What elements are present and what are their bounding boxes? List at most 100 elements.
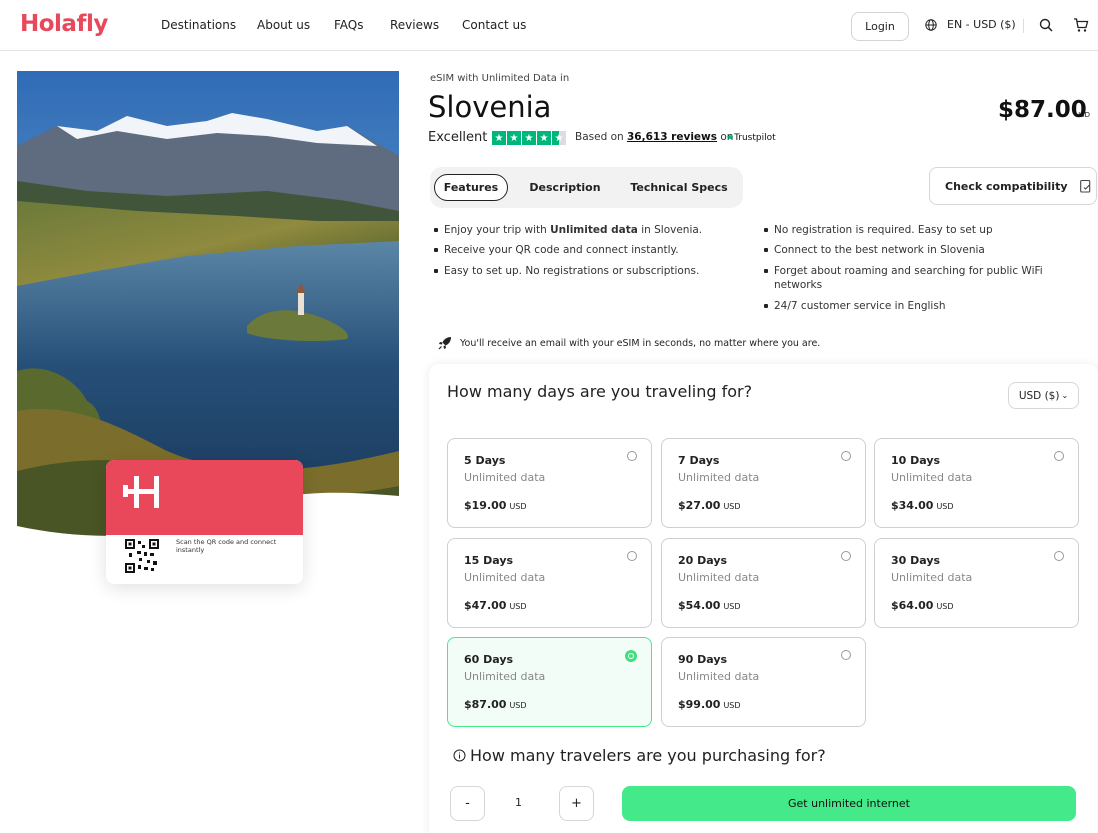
star-icon: ★ xyxy=(537,131,551,145)
product-tabs: Features Description Technical Specs xyxy=(430,167,743,208)
plan-price: $99.00 USD xyxy=(678,698,741,711)
plan-price: $54.00 USD xyxy=(678,599,741,612)
email-note-text: You'll receive an email with your eSIM i… xyxy=(460,337,821,349)
nav-contact-us[interactable]: Contact us xyxy=(462,18,526,32)
radio-button[interactable] xyxy=(841,451,851,461)
plan-data-label: Unlimited data xyxy=(464,670,546,683)
radio-button[interactable] xyxy=(841,551,851,561)
nav-about-us[interactable]: About us xyxy=(257,18,310,32)
decrease-travelers-button[interactable]: - xyxy=(450,786,485,821)
plan-option[interactable]: 90 Days Unlimited data $99.00 USD xyxy=(661,637,866,727)
plan-data-label: Unlimited data xyxy=(891,571,973,584)
plan-price: $87.00 USD xyxy=(464,698,527,711)
plan-option[interactable]: 5 Days Unlimited data $19.00 USD xyxy=(447,438,652,528)
plan-option[interactable]: 30 Days Unlimited data $64.00 USD xyxy=(874,538,1079,628)
plan-option[interactable]: 7 Days Unlimited data $27.00 USD xyxy=(661,438,866,528)
days-question: How many days are you traveling for? xyxy=(447,382,753,401)
star-icon: ★ xyxy=(507,131,521,145)
tab-technical-specs[interactable]: Technical Specs xyxy=(625,174,733,201)
site-header: Holafly Destinations About us FAQs Revie… xyxy=(0,0,1098,51)
plan-data-label: Unlimited data xyxy=(464,471,546,484)
plan-price: $64.00 USD xyxy=(891,599,954,612)
tab-description[interactable]: Description xyxy=(525,174,605,201)
plan-data-label: Unlimited data xyxy=(678,670,760,683)
plan-option[interactable]: 60 Days Unlimited data $87.00 USD xyxy=(447,637,652,727)
travelers-quantity[interactable]: 1 xyxy=(515,796,522,809)
login-button[interactable]: Login xyxy=(851,12,909,41)
star-icon: ★ xyxy=(492,131,506,145)
esim-card: Scan the QR code and connect instantly xyxy=(106,460,303,584)
trustpilot-stars: ★ ★ ★ ★ ★ xyxy=(492,131,566,145)
plan-days: 5 Days xyxy=(464,454,506,467)
tab-features[interactable]: Features xyxy=(434,174,508,201)
checklist-icon xyxy=(1079,179,1090,193)
reviews-prefix: Based on xyxy=(575,131,624,143)
plan-data-label: Unlimited data xyxy=(891,471,973,484)
header-divider xyxy=(1023,19,1024,33)
esim-card-header xyxy=(106,460,303,535)
plan-option[interactable]: 15 Days Unlimited data $47.00 USD xyxy=(447,538,652,628)
reviews-link[interactable]: 36,613 reviews xyxy=(627,131,717,143)
star-half-icon: ★ xyxy=(552,131,566,145)
currency-select[interactable]: USD ($) ⌄ xyxy=(1008,382,1079,409)
plan-days: 20 Days xyxy=(678,554,728,567)
radio-button[interactable] xyxy=(627,551,637,561)
plan-days: 15 Days xyxy=(464,554,514,567)
search-icon[interactable] xyxy=(1039,18,1053,32)
radio-button[interactable] xyxy=(841,650,851,660)
plan-option[interactable]: 20 Days Unlimited data $54.00 USD xyxy=(661,538,866,628)
reviews-summary: Based on 36,613 reviews on xyxy=(575,131,733,143)
product-price: $87.00 xyxy=(998,97,1087,123)
qr-code-icon xyxy=(125,539,159,573)
trustpilot-logo[interactable]: ★Trustpilot xyxy=(726,133,776,143)
rating-label: Excellent xyxy=(428,130,488,145)
check-compatibility-label: Check compatibility xyxy=(945,179,1068,193)
price-currency: USD xyxy=(1075,111,1090,119)
currency-select-value: USD ($) xyxy=(1018,389,1060,402)
travelers-question: How many travelers are you purchasing fo… xyxy=(453,746,826,765)
nav-reviews[interactable]: Reviews xyxy=(390,18,439,32)
radio-button[interactable] xyxy=(1054,451,1064,461)
plan-price: $34.00 USD xyxy=(891,499,954,512)
feature-item: Receive your QR code and connect instant… xyxy=(434,244,679,256)
globe-icon xyxy=(925,18,937,31)
holafly-logo[interactable]: Holafly xyxy=(20,11,108,37)
plan-days: 7 Days xyxy=(678,454,720,467)
chevron-down-icon: ⌄ xyxy=(1061,391,1069,400)
plan-price: $19.00 USD xyxy=(464,499,527,512)
language-selector[interactable]: EN - USD ($) xyxy=(925,18,1016,31)
plan-option[interactable]: 10 Days Unlimited data $34.00 USD xyxy=(874,438,1079,528)
feature-item: Connect to the best network in Slovenia xyxy=(764,244,985,256)
page-title: Slovenia xyxy=(428,90,552,124)
product-subtitle: eSIM with Unlimited Data in xyxy=(430,73,570,84)
nav-faqs[interactable]: FAQs xyxy=(334,18,364,32)
plan-data-label: Unlimited data xyxy=(678,471,760,484)
feature-item: 24/7 customer service in English xyxy=(763,300,946,312)
radio-button[interactable] xyxy=(627,451,637,461)
plan-data-label: Unlimited data xyxy=(464,571,546,584)
trustpilot-star-icon: ★ xyxy=(726,133,735,143)
nav-destinations[interactable]: Destinations xyxy=(161,18,236,32)
plan-data-label: Unlimited data xyxy=(678,571,760,584)
star-icon: ★ xyxy=(522,131,536,145)
rocket-icon xyxy=(438,337,451,350)
holafly-h-icon xyxy=(123,476,159,508)
radio-button[interactable] xyxy=(625,650,637,662)
get-unlimited-internet-button[interactable]: Get unlimited internet xyxy=(622,786,1076,821)
feature-item: Forget about roaming and searching for p… xyxy=(764,264,1074,292)
plan-days: 60 Days xyxy=(464,653,514,666)
plan-days: 90 Days xyxy=(678,653,728,666)
feature-item: Enjoy your trip with Unlimited data in S… xyxy=(433,224,703,236)
increase-travelers-button[interactable]: + xyxy=(559,786,594,821)
feature-item: Easy to set up. No registrations or subs… xyxy=(433,265,700,277)
radio-button[interactable] xyxy=(1054,551,1064,561)
feature-item: No registration is required. Easy to set… xyxy=(764,224,993,236)
check-compatibility-button[interactable]: Check compatibility xyxy=(929,167,1097,205)
cart-icon[interactable] xyxy=(1073,17,1089,33)
email-delivery-note: You'll receive an email with your eSIM i… xyxy=(438,336,820,350)
trustpilot-label: Trustpilot xyxy=(734,133,776,143)
language-label: EN - USD ($) xyxy=(947,18,1016,31)
travelers-question-text: How many travelers are you purchasing fo… xyxy=(470,746,826,765)
plan-days: 30 Days xyxy=(891,554,941,567)
info-icon[interactable] xyxy=(453,749,466,762)
